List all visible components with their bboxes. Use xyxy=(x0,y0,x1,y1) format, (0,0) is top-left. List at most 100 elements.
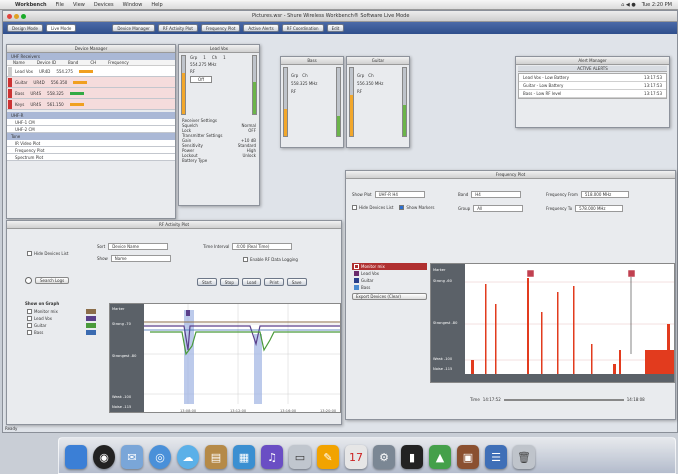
freq-device-item[interactable]: Bass xyxy=(352,284,427,291)
trash-icon[interactable]: 🗑 xyxy=(513,445,535,469)
band-dropdown[interactable]: H4 xyxy=(471,191,522,198)
channel-value[interactable]: 1 xyxy=(223,55,226,60)
alert-row[interactable]: Guitar - Low Battery 13:17:53 xyxy=(519,82,666,90)
dashboard-icon[interactable]: ◉ xyxy=(93,445,115,469)
menubar-clock[interactable]: Tue 2:20 PM xyxy=(642,2,672,8)
alert-row[interactable]: Bass - Low RF level 13:17:53 xyxy=(519,90,666,98)
device-checkbox[interactable] xyxy=(27,316,32,321)
tab-device-manager[interactable]: Device Manager xyxy=(112,24,155,32)
time-interval-dropdown[interactable]: 4:00 (Real Time) xyxy=(232,243,293,250)
export-devices-button[interactable]: Export Devices (Clear) xyxy=(352,293,427,300)
status-icons[interactable]: ⌂ ◀ ● xyxy=(621,2,636,8)
preview-icon[interactable]: ▭ xyxy=(289,445,311,469)
tab-edit[interactable]: Edit xyxy=(326,24,345,32)
setting-value[interactable]: OFF xyxy=(248,128,256,133)
graph-device-item[interactable]: Guitar xyxy=(25,322,105,329)
system-preferences-icon[interactable]: ⚙ xyxy=(373,445,395,469)
frequency-marker-icon[interactable] xyxy=(627,269,636,278)
menu-help[interactable]: Help xyxy=(151,2,162,8)
device-checkbox[interactable] xyxy=(27,309,32,314)
device-row[interactable]: IR Video Plot xyxy=(7,140,175,147)
save-button[interactable]: Save xyxy=(286,278,307,286)
frequency-readout[interactable]: 554.275 MHz xyxy=(190,62,248,67)
mail-icon[interactable]: ✉ xyxy=(121,445,143,469)
documents-stack-icon[interactable]: ☰ xyxy=(485,445,507,469)
col-frequency[interactable]: Frequency xyxy=(108,60,129,65)
design-mode-button[interactable]: Design Mode xyxy=(7,24,43,32)
device-row[interactable]: Spectrum Plot xyxy=(7,154,175,161)
device-row[interactable]: Guitar UR4D 556.350 xyxy=(7,77,175,88)
activity-monitor-icon[interactable]: ▲ xyxy=(429,445,451,469)
col-band[interactable]: Band xyxy=(68,60,78,65)
tab-rf-activity-plot[interactable]: RF Activity Plot xyxy=(157,24,198,32)
alert-row[interactable]: Lead Vox - Low Battery 13:17:53 xyxy=(519,74,666,82)
frequency-readout[interactable]: 558.325 MHz xyxy=(291,81,333,86)
freq-device-item[interactable]: Lead Vox xyxy=(352,270,427,277)
terminal-icon[interactable]: ▮ xyxy=(401,445,423,469)
live-mode-button[interactable]: Live Mode xyxy=(45,24,77,32)
calendar-icon[interactable]: 17 xyxy=(345,445,367,469)
freq-device-item[interactable]: Guitar xyxy=(352,277,427,284)
group-value[interactable]: 1 xyxy=(203,55,206,60)
time-slider[interactable] xyxy=(503,398,624,401)
frequency-spectrum-chart[interactable]: Marker Strong -60 Strongest -80 Weak -10… xyxy=(430,263,675,383)
setting-value[interactable]: Unlock xyxy=(242,153,256,158)
tab-frequency-plot[interactable]: Frequency Plot xyxy=(200,24,241,32)
tab-rf-coordination[interactable]: RF Coordination xyxy=(281,24,324,32)
graph-device-item[interactable]: Lead Vox xyxy=(25,315,105,322)
iphoto-icon[interactable]: ▦ xyxy=(233,445,255,469)
col-name[interactable]: Name xyxy=(13,60,25,65)
print-button[interactable]: Print xyxy=(264,278,284,286)
stop-button[interactable]: Stop xyxy=(219,278,239,286)
enable-logging-checkbox[interactable] xyxy=(243,257,248,262)
show-markers-checkbox[interactable] xyxy=(399,205,405,210)
group-dropdown[interactable]: All xyxy=(473,205,524,212)
show-plot-dropdown[interactable]: UHF-R H4 xyxy=(374,191,425,198)
app-menu[interactable]: Workbench xyxy=(15,2,47,8)
device-row[interactable]: Keys UR4S 561.150 xyxy=(7,99,175,110)
graph-device-item[interactable]: Monitor mix xyxy=(25,308,105,315)
menu-devices[interactable]: Devices xyxy=(94,2,114,8)
start-button[interactable]: Start xyxy=(197,278,217,286)
workbench-icon[interactable]: ✎ xyxy=(317,445,339,469)
menu-window[interactable]: Window xyxy=(123,2,143,8)
device-row[interactable]: Lead Vox UR4D 554.275 xyxy=(7,66,175,77)
search-logs-button[interactable]: Search Logs xyxy=(35,277,70,284)
load-button[interactable]: Load xyxy=(241,278,262,286)
col-device-id[interactable]: Device ID xyxy=(37,60,56,65)
addressbook-icon[interactable]: ▤ xyxy=(205,445,227,469)
itunes-icon[interactable]: ♫ xyxy=(261,445,283,469)
hide-devices-checkbox-row[interactable]: Hide Devices List xyxy=(27,251,68,256)
minimize-window-icon[interactable] xyxy=(14,13,19,19)
group-header-tone[interactable]: Tone xyxy=(7,133,175,140)
close-window-icon[interactable] xyxy=(7,13,12,19)
menu-file[interactable]: File xyxy=(56,2,64,8)
frequency-from-field[interactable]: 518.000 MHz xyxy=(580,191,629,198)
group-header-uhf-r[interactable]: UHF-R xyxy=(7,112,175,119)
show-dropdown[interactable]: Name xyxy=(110,255,171,262)
device-row[interactable]: Frequency Plot xyxy=(7,147,175,154)
col-ch[interactable]: CH xyxy=(90,60,96,65)
device-checkbox[interactable] xyxy=(27,323,32,328)
sort-dropdown[interactable]: Device Name xyxy=(108,243,169,250)
graph-device-item[interactable]: Bass xyxy=(25,329,105,336)
device-row[interactable]: Bass UR4S 558.325 xyxy=(7,88,175,99)
finder-icon[interactable] xyxy=(65,445,87,469)
ichat-icon[interactable]: ☁ xyxy=(177,445,199,469)
safari-icon[interactable]: ◎ xyxy=(149,445,171,469)
freq-device-item[interactable]: Monitor mix xyxy=(352,263,427,270)
device-checkbox[interactable] xyxy=(27,330,32,335)
mute-button[interactable]: Off xyxy=(190,76,212,83)
device-row[interactable]: UHF-1 CM xyxy=(7,119,175,126)
rf-activity-chart[interactable]: Marker Strong -70 Strongest -80 Weak -10… xyxy=(109,303,341,413)
menu-view[interactable]: View xyxy=(73,2,85,8)
frequency-marker-icon[interactable] xyxy=(526,269,535,278)
frequency-to-field[interactable]: 578.000 MHz xyxy=(575,205,624,212)
device-row[interactable]: UHF-2 CM xyxy=(7,126,175,133)
photo-booth-icon[interactable]: ▣ xyxy=(457,445,479,469)
hide-devices-checkbox[interactable] xyxy=(27,251,32,256)
hide-devices-checkbox[interactable] xyxy=(352,205,357,210)
frequency-readout[interactable]: 556.350 MHz xyxy=(357,81,399,86)
search-icon[interactable] xyxy=(25,277,32,284)
tab-active-alerts[interactable]: Active Alerts xyxy=(243,24,279,32)
